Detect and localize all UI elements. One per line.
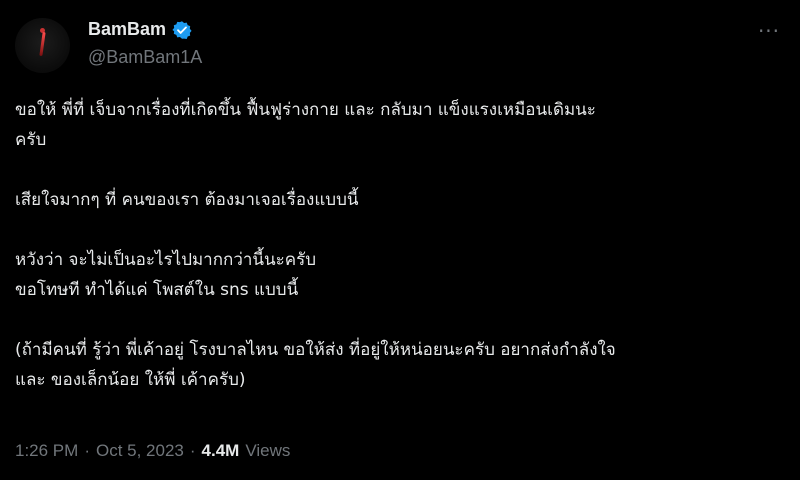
meta-separator: · xyxy=(189,441,196,460)
more-options-button[interactable]: ··· xyxy=(752,18,786,44)
verified-badge-icon xyxy=(172,20,192,39)
tweet-line: ครับ xyxy=(15,130,47,150)
meta-separator: · xyxy=(84,441,90,460)
tweet-line: ขอโทษที ทำได้แค่ โพสต์ใน sns แบบนี้ xyxy=(15,280,299,300)
tweet-time[interactable]: 1:26 PM xyxy=(15,441,78,461)
author-handle[interactable]: @BamBam1A xyxy=(88,47,202,68)
more-dots-icon: ··· xyxy=(757,19,781,43)
tweet-line: หวังว่า จะไม่เป็นอะไรไปมากกว่านี้นะครับ xyxy=(15,250,317,270)
tweet-text: ขอให้ พี่ที่ เจ็บจากเรื่องที่เกิดขึ้น ฟื… xyxy=(15,95,785,395)
tweet: BamBam @BamBam1A ··· ขอให้ พี่ที่ เจ็บจา… xyxy=(0,0,800,480)
tweet-line: (ถ้ามีคนที่ รู้ว่า พี่เค้าอยู่ โรงบาลไหน… xyxy=(15,340,616,360)
tweet-line: และ ของเล็กน้อย ให้พี่ เค้าครับ) xyxy=(15,370,246,390)
author-name-row: BamBam xyxy=(88,19,192,40)
tweet-date[interactable]: Oct 5, 2023 xyxy=(96,441,184,461)
avatar-figure xyxy=(39,31,46,57)
tweet-line: ขอให้ พี่ที่ เจ็บจากเรื่องที่เกิดขึ้น ฟื… xyxy=(15,100,596,120)
views-label: Views xyxy=(245,441,291,460)
tweet-meta: 1:26 PM · Oct 5, 2023 · 4.4M Views xyxy=(15,441,290,461)
author-display-name[interactable]: BamBam xyxy=(88,19,166,40)
views-count: 4.4M xyxy=(201,441,240,460)
avatar[interactable] xyxy=(15,18,70,73)
tweet-line: เสียใจมากๆ ที่ คนของเรา ต้องมาเจอเรื่องแ… xyxy=(15,190,359,210)
